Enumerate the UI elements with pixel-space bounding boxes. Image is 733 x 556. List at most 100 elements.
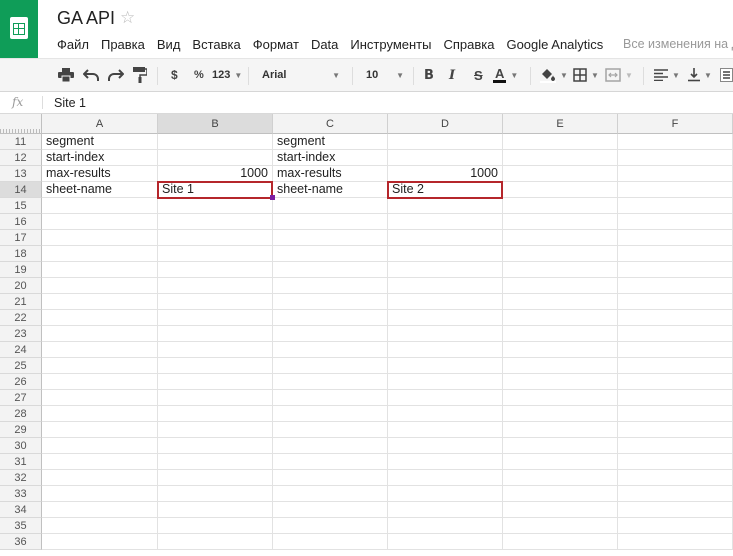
- cell-b32[interactable]: [158, 470, 273, 486]
- row-header-19[interactable]: 19: [0, 262, 42, 278]
- cell-f22[interactable]: [618, 310, 733, 326]
- menu-tools[interactable]: Инструменты: [350, 37, 431, 53]
- cell-f26[interactable]: [618, 374, 733, 390]
- cell-c34[interactable]: [273, 502, 388, 518]
- cell-d14[interactable]: Site 2: [388, 182, 503, 198]
- cell-d28[interactable]: [388, 406, 503, 422]
- cell-b30[interactable]: [158, 438, 273, 454]
- cell-e34[interactable]: [503, 502, 618, 518]
- cell-b26[interactable]: [158, 374, 273, 390]
- row-header-14[interactable]: 14: [0, 182, 42, 198]
- cell-f15[interactable]: [618, 198, 733, 214]
- cell-f17[interactable]: [618, 230, 733, 246]
- cell-e16[interactable]: [503, 214, 618, 230]
- cell-a35[interactable]: [42, 518, 158, 534]
- cell-a27[interactable]: [42, 390, 158, 406]
- cell-e35[interactable]: [503, 518, 618, 534]
- vertical-align-button[interactable]: ▼: [688, 66, 712, 84]
- cell-a30[interactable]: [42, 438, 158, 454]
- cell-c18[interactable]: [273, 246, 388, 262]
- cell-b28[interactable]: [158, 406, 273, 422]
- cell-f31[interactable]: [618, 454, 733, 470]
- cell-f32[interactable]: [618, 470, 733, 486]
- currency-format-button[interactable]: $: [171, 66, 178, 84]
- cell-a31[interactable]: [42, 454, 158, 470]
- text-color-button[interactable]: A ▼: [493, 66, 518, 84]
- borders-button[interactable]: ▼: [573, 66, 599, 84]
- cell-e12[interactable]: [503, 150, 618, 166]
- cell-e17[interactable]: [503, 230, 618, 246]
- cell-a20[interactable]: [42, 278, 158, 294]
- cell-f20[interactable]: [618, 278, 733, 294]
- cell-b25[interactable]: [158, 358, 273, 374]
- column-header-b[interactable]: B: [158, 114, 273, 134]
- cell-c19[interactable]: [273, 262, 388, 278]
- row-header-29[interactable]: 29: [0, 422, 42, 438]
- cell-c35[interactable]: [273, 518, 388, 534]
- row-header-31[interactable]: 31: [0, 454, 42, 470]
- cell-e26[interactable]: [503, 374, 618, 390]
- cell-e11[interactable]: [503, 134, 618, 150]
- cell-d24[interactable]: [388, 342, 503, 358]
- cell-b15[interactable]: [158, 198, 273, 214]
- cell-b33[interactable]: [158, 486, 273, 502]
- cell-f13[interactable]: [618, 166, 733, 182]
- cell-c21[interactable]: [273, 294, 388, 310]
- cell-e33[interactable]: [503, 486, 618, 502]
- strikethrough-button[interactable]: S: [474, 66, 483, 84]
- cell-c20[interactable]: [273, 278, 388, 294]
- cell-c24[interactable]: [273, 342, 388, 358]
- cell-f14[interactable]: [618, 182, 733, 198]
- cell-c33[interactable]: [273, 486, 388, 502]
- row-header-35[interactable]: 35: [0, 518, 42, 534]
- row-header-13[interactable]: 13: [0, 166, 42, 182]
- cell-d23[interactable]: [388, 326, 503, 342]
- cell-a13[interactable]: max-results: [42, 166, 158, 182]
- cell-a17[interactable]: [42, 230, 158, 246]
- cell-b17[interactable]: [158, 230, 273, 246]
- fill-handle[interactable]: [270, 195, 275, 200]
- cell-c29[interactable]: [273, 422, 388, 438]
- cell-c12[interactable]: start-index: [273, 150, 388, 166]
- menu-format[interactable]: Формат: [253, 37, 299, 53]
- row-header-17[interactable]: 17: [0, 230, 42, 246]
- cell-c26[interactable]: [273, 374, 388, 390]
- cell-d15[interactable]: [388, 198, 503, 214]
- row-header-33[interactable]: 33: [0, 486, 42, 502]
- cell-f34[interactable]: [618, 502, 733, 518]
- cell-d13[interactable]: 1000: [388, 166, 503, 182]
- cell-d16[interactable]: [388, 214, 503, 230]
- row-header-12[interactable]: 12: [0, 150, 42, 166]
- row-header-20[interactable]: 20: [0, 278, 42, 294]
- cell-d34[interactable]: [388, 502, 503, 518]
- print-button[interactable]: [58, 66, 74, 84]
- document-title[interactable]: GA API: [57, 8, 115, 29]
- row-header-28[interactable]: 28: [0, 406, 42, 422]
- cell-c14[interactable]: sheet-name: [273, 182, 388, 198]
- cell-b18[interactable]: [158, 246, 273, 262]
- cell-d36[interactable]: [388, 534, 503, 550]
- cell-b24[interactable]: [158, 342, 273, 358]
- cell-e29[interactable]: [503, 422, 618, 438]
- cell-d22[interactable]: [388, 310, 503, 326]
- cell-f29[interactable]: [618, 422, 733, 438]
- cell-e36[interactable]: [503, 534, 618, 550]
- row-header-32[interactable]: 32: [0, 470, 42, 486]
- cell-b20[interactable]: [158, 278, 273, 294]
- menu-google-analytics[interactable]: Google Analytics: [506, 37, 603, 53]
- cell-a24[interactable]: [42, 342, 158, 358]
- cell-c11[interactable]: segment: [273, 134, 388, 150]
- cell-a14[interactable]: sheet-name: [42, 182, 158, 198]
- cell-b22[interactable]: [158, 310, 273, 326]
- cell-e28[interactable]: [503, 406, 618, 422]
- cell-f16[interactable]: [618, 214, 733, 230]
- star-icon[interactable]: ☆: [120, 8, 135, 28]
- cell-e27[interactable]: [503, 390, 618, 406]
- row-header-21[interactable]: 21: [0, 294, 42, 310]
- row-header-18[interactable]: 18: [0, 246, 42, 262]
- cell-b11[interactable]: [158, 134, 273, 150]
- cell-e20[interactable]: [503, 278, 618, 294]
- cell-b36[interactable]: [158, 534, 273, 550]
- cell-c13[interactable]: max-results: [273, 166, 388, 182]
- cell-d32[interactable]: [388, 470, 503, 486]
